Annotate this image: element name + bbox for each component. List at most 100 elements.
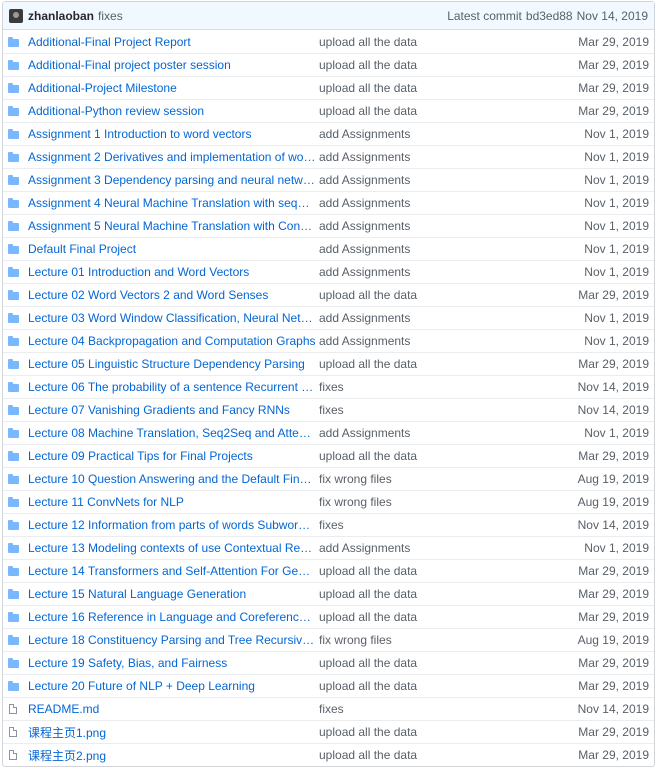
commit-message-link[interactable]: fixes (319, 380, 544, 394)
commit-message-link[interactable]: upload all the data (319, 104, 544, 118)
commit-message-link[interactable]: upload all the data (319, 58, 544, 72)
folder-name-link[interactable]: Lecture 16 Reference in Language and Cor… (28, 610, 319, 624)
folder-row[interactable]: Assignment 3 Dependency parsing and neur… (3, 168, 654, 191)
commit-message-link[interactable]: upload all the data (319, 748, 544, 762)
folder-row[interactable]: Lecture 04 Backpropagation and Computati… (3, 329, 654, 352)
folder-name-link[interactable]: Lecture 18 Constituency Parsing and Tree… (28, 633, 319, 647)
folder-name-link[interactable]: Assignment 1 Introduction to word vector… (28, 127, 319, 141)
folder-row[interactable]: Assignment 1 Introduction to word vector… (3, 122, 654, 145)
commit-message-link[interactable]: upload all the data (319, 81, 544, 95)
folder-name-link[interactable]: Lecture 06 The probability of a sentence… (28, 380, 319, 394)
folder-name-link[interactable]: Assignment 2 Derivatives and implementat… (28, 150, 319, 164)
folder-name-link[interactable]: Default Final Project (28, 242, 319, 256)
folder-name-link[interactable]: Assignment 5 Neural Machine Translation … (28, 219, 319, 233)
commit-message-link[interactable]: upload all the data (319, 656, 544, 670)
folder-name-link[interactable]: Lecture 11 ConvNets for NLP (28, 495, 319, 509)
folder-name-link[interactable]: Lecture 03 Word Window Classification, N… (28, 311, 319, 325)
folder-row[interactable]: Lecture 13 Modeling contexts of use Cont… (3, 536, 654, 559)
folder-row[interactable]: Lecture 02 Word Vectors 2 and Word Sense… (3, 283, 654, 306)
file-name-link[interactable]: 课程主页1.png (28, 724, 319, 741)
commit-message-link[interactable]: fix wrong files (319, 472, 544, 486)
folder-name-link[interactable]: Additional-Project Milestone (28, 81, 319, 95)
commit-sha[interactable]: bd3ed88 (526, 9, 573, 23)
commit-message-link[interactable]: upload all the data (319, 610, 544, 624)
folder-name-link[interactable]: Lecture 10 Question Answering and the De… (28, 472, 319, 486)
folder-name-link[interactable]: Assignment 3 Dependency parsing and neur… (28, 173, 319, 187)
folder-row[interactable]: Lecture 18 Constituency Parsing and Tree… (3, 628, 654, 651)
folder-row[interactable]: Lecture 08 Machine Translation, Seq2Seq … (3, 421, 654, 444)
file-row[interactable]: README.md fixes Nov 14, 2019 (3, 697, 654, 720)
folder-name-link[interactable]: Lecture 14 Transformers and Self-Attenti… (28, 564, 319, 578)
folder-row[interactable]: Assignment 2 Derivatives and implementat… (3, 145, 654, 168)
folder-row[interactable]: Lecture 09 Practical Tips for Final Proj… (3, 444, 654, 467)
commit-message-link[interactable]: add Assignments (319, 127, 544, 141)
commit-message-link[interactable]: upload all the data (319, 564, 544, 578)
folder-row[interactable]: Lecture 20 Future of NLP + Deep Learning… (3, 674, 654, 697)
folder-row[interactable]: Lecture 03 Word Window Classification, N… (3, 306, 654, 329)
commit-message-link[interactable]: upload all the data (319, 679, 544, 693)
file-row[interactable]: 课程主页2.png upload all the data Mar 29, 2019 (3, 743, 654, 766)
folder-name-link[interactable]: Additional-Final project poster session (28, 58, 319, 72)
file-name-link[interactable]: README.md (28, 702, 319, 716)
folder-row[interactable]: Lecture 10 Question Answering and the De… (3, 467, 654, 490)
commit-message-link[interactable]: add Assignments (319, 265, 544, 279)
folder-row[interactable]: Lecture 06 The probability of a sentence… (3, 375, 654, 398)
folder-name-link[interactable]: Lecture 05 Linguistic Structure Dependen… (28, 357, 319, 371)
commit-message-link[interactable]: upload all the data (319, 35, 544, 49)
commit-message-link[interactable]: fixes (319, 702, 544, 716)
avatar[interactable] (9, 8, 23, 23)
commit-message-link[interactable]: fixes (319, 518, 544, 532)
folder-row[interactable]: Lecture 19 Safety, Bias, and Fairness upl… (3, 651, 654, 674)
folder-name-link[interactable]: Lecture 01 Introduction and Word Vectors (28, 265, 319, 279)
folder-row[interactable]: Additional-Final project poster session u… (3, 53, 654, 76)
commit-message-link[interactable]: add Assignments (319, 196, 544, 210)
folder-name-link[interactable]: Lecture 12 Information from parts of wor… (28, 518, 319, 532)
commit-message-link[interactable]: add Assignments (319, 173, 544, 187)
commit-message-link[interactable]: fixes (319, 403, 544, 417)
commit-message-link[interactable]: add Assignments (319, 334, 544, 348)
folder-row[interactable]: Assignment 4 Neural Machine Translation … (3, 191, 654, 214)
commit-message[interactable]: fixes (98, 9, 123, 23)
commit-message-link[interactable]: add Assignments (319, 311, 544, 325)
folder-row[interactable]: Assignment 5 Neural Machine Translation … (3, 214, 654, 237)
folder-row[interactable]: Additional-Final Project Report upload al… (3, 30, 654, 53)
folder-row[interactable]: Lecture 11 ConvNets for NLP fix wrong fil… (3, 490, 654, 513)
folder-name-link[interactable]: Lecture 20 Future of NLP + Deep Learning (28, 679, 319, 693)
folder-name-link[interactable]: Assignment 4 Neural Machine Translation … (28, 196, 319, 210)
folder-row[interactable]: Additional-Python review session upload a… (3, 99, 654, 122)
folder-row[interactable]: Lecture 12 Information from parts of wor… (3, 513, 654, 536)
commit-message-link[interactable]: add Assignments (319, 541, 544, 555)
file-row[interactable]: 课程主页1.png upload all the data Mar 29, 2019 (3, 720, 654, 743)
commit-message-link[interactable]: add Assignments (319, 150, 544, 164)
commit-message-link[interactable]: add Assignments (319, 219, 544, 233)
commit-message-link[interactable]: upload all the data (319, 725, 544, 739)
commit-message-link[interactable]: fix wrong files (319, 495, 544, 509)
commit-message-link[interactable]: upload all the data (319, 587, 544, 601)
folder-name-link[interactable]: Lecture 02 Word Vectors 2 and Word Sense… (28, 288, 319, 302)
commit-message-link[interactable]: upload all the data (319, 449, 544, 463)
commit-message-link[interactable]: add Assignments (319, 242, 544, 256)
folder-row[interactable]: Lecture 01 Introduction and Word Vectors… (3, 260, 654, 283)
folder-name-link[interactable]: Lecture 13 Modeling contexts of use Cont… (28, 541, 319, 555)
folder-row[interactable]: Lecture 16 Reference in Language and Cor… (3, 605, 654, 628)
folder-name-link[interactable]: Lecture 07 Vanishing Gradients and Fancy… (28, 403, 319, 417)
folder-name-link[interactable]: Lecture 04 Backpropagation and Computati… (28, 334, 319, 348)
folder-name-link[interactable]: Lecture 09 Practical Tips for Final Proj… (28, 449, 319, 463)
folder-name-link[interactable]: Lecture 08 Machine Translation, Seq2Seq … (28, 426, 319, 440)
folder-name-link[interactable]: Additional-Python review session (28, 104, 319, 118)
commit-message-link[interactable]: upload all the data (319, 357, 544, 371)
folder-row[interactable]: Default Final Project add Assignments Nov … (3, 237, 654, 260)
folder-name-link[interactable]: Lecture 15 Natural Language Generation (28, 587, 319, 601)
folder-name-link[interactable]: Additional-Final Project Report (28, 35, 319, 49)
folder-row[interactable]: Lecture 15 Natural Language Generation up… (3, 582, 654, 605)
folder-name-link[interactable]: Lecture 19 Safety, Bias, and Fairness (28, 656, 319, 670)
folder-row[interactable]: Additional-Project Milestone upload all t… (3, 76, 654, 99)
folder-row[interactable]: Lecture 05 Linguistic Structure Dependen… (3, 352, 654, 375)
commit-author[interactable]: zhanlaoban (28, 9, 94, 23)
commit-message-link[interactable]: add Assignments (319, 426, 544, 440)
folder-row[interactable]: Lecture 14 Transformers and Self-Attenti… (3, 559, 654, 582)
folder-row[interactable]: Lecture 07 Vanishing Gradients and Fancy… (3, 398, 654, 421)
file-name-link[interactable]: 课程主页2.png (28, 747, 319, 764)
commit-message-link[interactable]: fix wrong files (319, 633, 544, 647)
commit-message-link[interactable]: upload all the data (319, 288, 544, 302)
